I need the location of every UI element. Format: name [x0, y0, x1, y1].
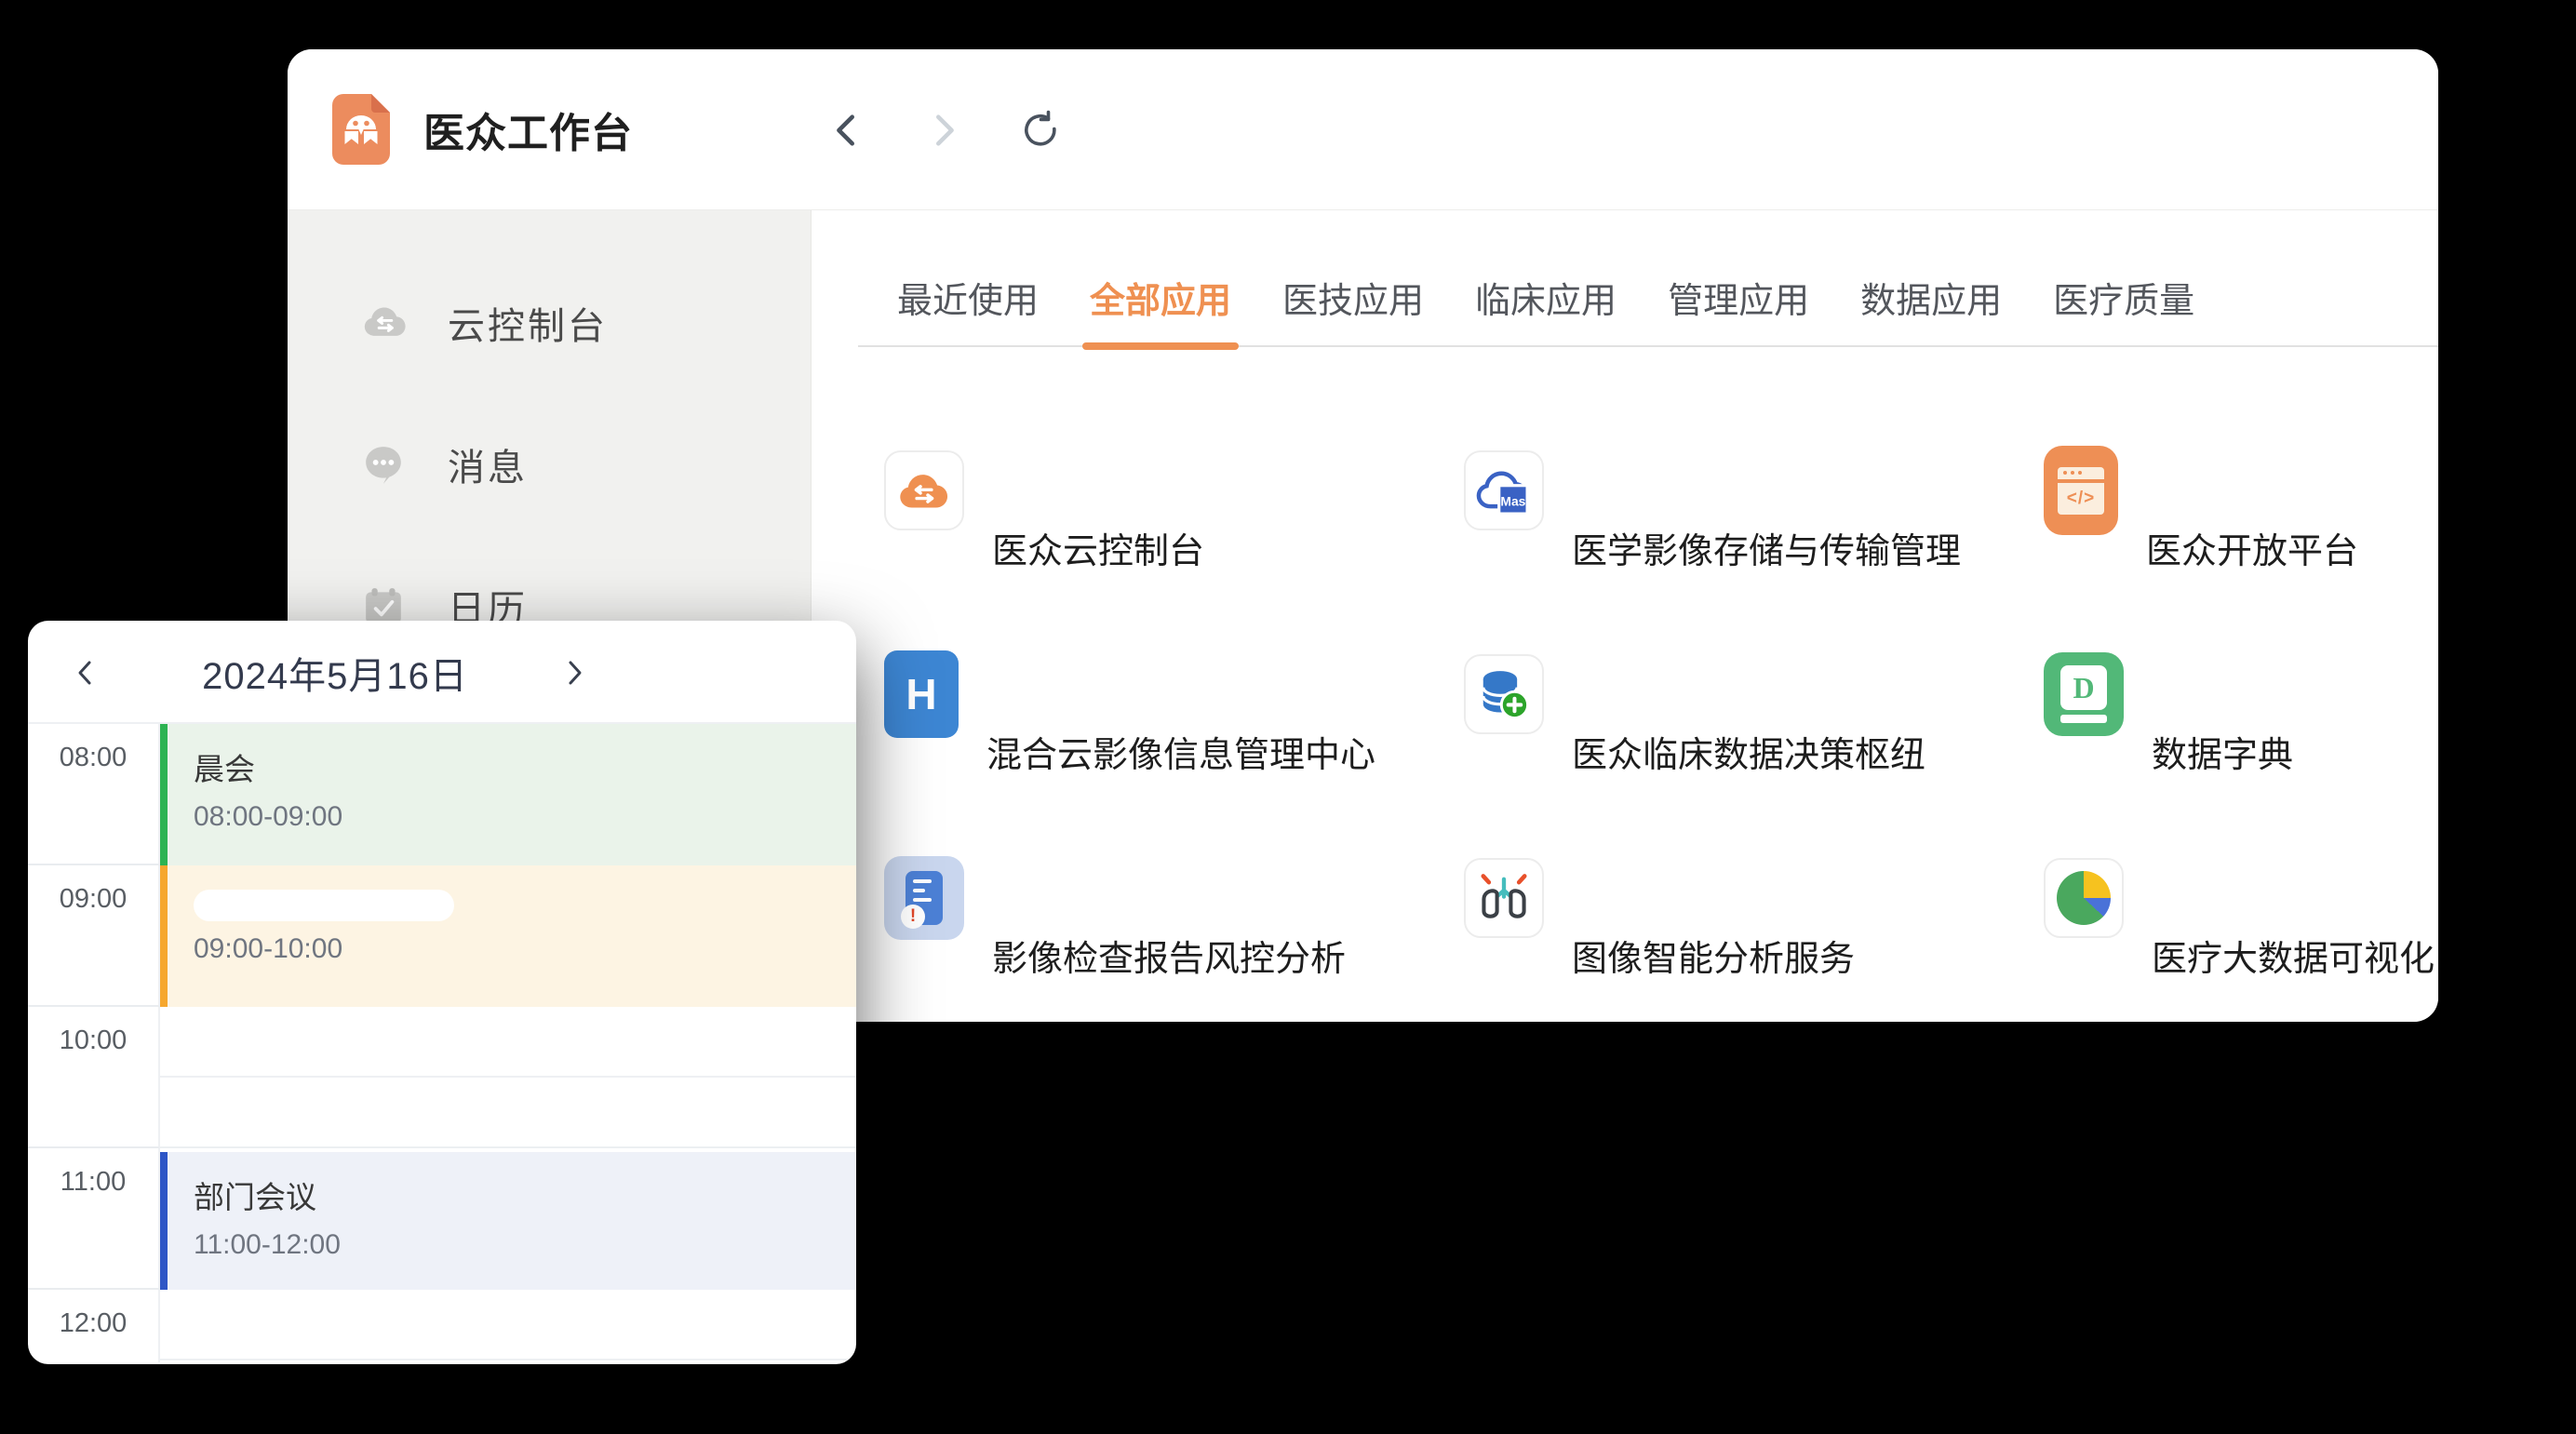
window-title: 医众工作台 [423, 100, 633, 159]
event-morning-meeting[interactable]: 晨会 08:00-09:00 [160, 724, 856, 865]
app-label: 影像检查报告风控分析 [992, 930, 1346, 981]
event-department-meeting[interactable]: 部门会议 11:00-12:00 [160, 1152, 856, 1290]
window-nav [825, 49, 1062, 210]
app-label: 医疗大数据可视化 [2152, 930, 2435, 981]
calendar-cell[interactable] [160, 1290, 856, 1362]
calendar-row-1100: 11:00 部门会议 11:00-12:00 [28, 1148, 856, 1290]
event-title: 部门会议 [194, 1173, 856, 1217]
calendar-next-button[interactable] [554, 652, 595, 693]
database-plus-icon [1464, 654, 1544, 734]
code-window-icon: </> [2044, 446, 2118, 535]
blue-cloud-mas-icon: Mas [1464, 450, 1544, 530]
time-label: 09:00 [28, 865, 160, 1007]
dictionary-book-icon: D [2044, 652, 2124, 736]
app-label: 混合云影像信息管理中心 [986, 726, 1375, 777]
tab-medtech[interactable]: 医技应用 [1282, 261, 1424, 345]
h-tile-icon: H [884, 650, 959, 738]
tab-recent[interactable]: 最近使用 [897, 261, 1039, 345]
event-title-redacted-pill [194, 890, 454, 921]
calendar-cell[interactable] [160, 1007, 856, 1148]
calendar-grid: 08:00 晨会 08:00-09:00 09:00 09:00-10:00 1… [28, 724, 856, 1362]
message-bubble-icon [362, 443, 409, 486]
calendar-row-1000: 10:00 [28, 1007, 856, 1148]
window-bar [2058, 467, 2104, 479]
app-label: 医众临床数据决策枢纽 [1572, 726, 1925, 777]
report-warning-icon: ! [884, 856, 964, 940]
d-glyph: D [2073, 671, 2094, 705]
apps-grid: 医众云控制台 Mas 医学影像存储与传输管理 [884, 446, 2438, 1022]
cloud-settings-icon [362, 302, 409, 344]
sidebar-item-messages[interactable]: 消息 [288, 394, 811, 535]
sidebar-item-cloud-console[interactable]: 云控制台 [288, 252, 811, 394]
lungs-icon [1464, 858, 1544, 938]
app-label: 医众云控制台 [992, 522, 1204, 573]
pie-chart-icon [2044, 858, 2124, 938]
app-item-report-risk-analysis[interactable]: ! 影像检查报告风控分析 [884, 853, 1464, 1022]
sidebar-item-label: 云控制台 [448, 296, 608, 350]
event-time: 11:00-12:00 [194, 1229, 856, 1261]
calendar-card: 2024年5月16日 08:00 晨会 08:00-09:00 09:00 09… [28, 621, 856, 1364]
calendar-row-1200: 12:00 [28, 1290, 856, 1362]
calendar-date: 2024年5月16日 [135, 621, 535, 724]
warning-badge-icon: ! [901, 905, 925, 929]
app-item-hybrid-cloud-center[interactable]: H 混合云影像信息管理中心 [884, 650, 1464, 853]
tab-clinical[interactable]: 临床应用 [1475, 261, 1617, 345]
calendar-cell[interactable]: 09:00-10:00 [160, 865, 856, 1007]
back-button[interactable] [825, 109, 868, 152]
app-item-image-ai-analysis[interactable]: 图像智能分析服务 [1464, 853, 2044, 1022]
app-item-cloud-console[interactable]: 医众云控制台 [884, 446, 1464, 650]
tab-data[interactable]: 数据应用 [1860, 261, 2002, 345]
orange-cloud-sliders-icon [884, 450, 964, 530]
tab-all-apps[interactable]: 全部应用 [1090, 261, 1231, 345]
time-label: 11:00 [28, 1148, 160, 1290]
tab-quality[interactable]: 医疗质量 [2053, 261, 2194, 345]
event-redacted[interactable]: 09:00-10:00 [160, 865, 856, 1007]
window-header: 医众工作台 [288, 49, 2438, 210]
tabs-bar: 最近使用 全部应用 医技应用 临床应用 管理应用 数据应用 医疗质量 [858, 261, 2438, 347]
app-label: 医学影像存储与传输管理 [1572, 522, 1961, 573]
window-body-pane: </> [2058, 483, 2104, 515]
tab-management[interactable]: 管理应用 [1668, 261, 1809, 345]
app-logo-icon [332, 94, 390, 165]
app-label: 数据字典 [2152, 726, 2293, 777]
app-item-data-dictionary[interactable]: D 数据字典 [2044, 650, 2438, 853]
sidebar-item-label: 消息 [448, 437, 528, 491]
calendar-cell[interactable]: 部门会议 11:00-12:00 [160, 1148, 856, 1290]
app-label: 图像智能分析服务 [1572, 930, 1855, 981]
time-label: 10:00 [28, 1007, 160, 1148]
time-label: 12:00 [28, 1290, 160, 1362]
calendar-cell[interactable]: 晨会 08:00-09:00 [160, 724, 856, 865]
svg-text:Mas: Mas [1500, 494, 1525, 509]
calendar-row-0900: 09:00 09:00-10:00 [28, 865, 856, 1007]
app-item-image-storage[interactable]: Mas 医学影像存储与传输管理 [1464, 446, 2044, 650]
calendar-prev-button[interactable] [65, 652, 106, 693]
app-item-big-data-visualization[interactable]: 医疗大数据可视化 [2044, 853, 2438, 1022]
calendar-header: 2024年5月16日 [28, 621, 856, 724]
app-item-clinical-data-hub[interactable]: 医众临床数据决策枢纽 [1464, 650, 2044, 853]
app-item-open-platform[interactable]: </> 医众开放平台 [2044, 446, 2438, 650]
event-title: 晨会 [194, 744, 856, 789]
calendar-row-0800: 08:00 晨会 08:00-09:00 [28, 724, 856, 865]
app-label: 医众开放平台 [2146, 522, 2358, 573]
book-pages [2060, 715, 2107, 723]
content-area: 最近使用 全部应用 医技应用 临床应用 管理应用 数据应用 医疗质量 [812, 210, 2438, 1022]
forward-button[interactable] [922, 109, 965, 152]
code-glyph: </> [2067, 489, 2095, 509]
book-cover: D [2060, 665, 2107, 710]
event-time: 08:00-09:00 [194, 801, 856, 833]
time-label: 08:00 [28, 724, 160, 865]
pie-shape [2057, 871, 2111, 925]
refresh-button[interactable] [1019, 109, 1062, 152]
event-time: 09:00-10:00 [194, 933, 856, 965]
h-glyph: H [906, 669, 936, 719]
